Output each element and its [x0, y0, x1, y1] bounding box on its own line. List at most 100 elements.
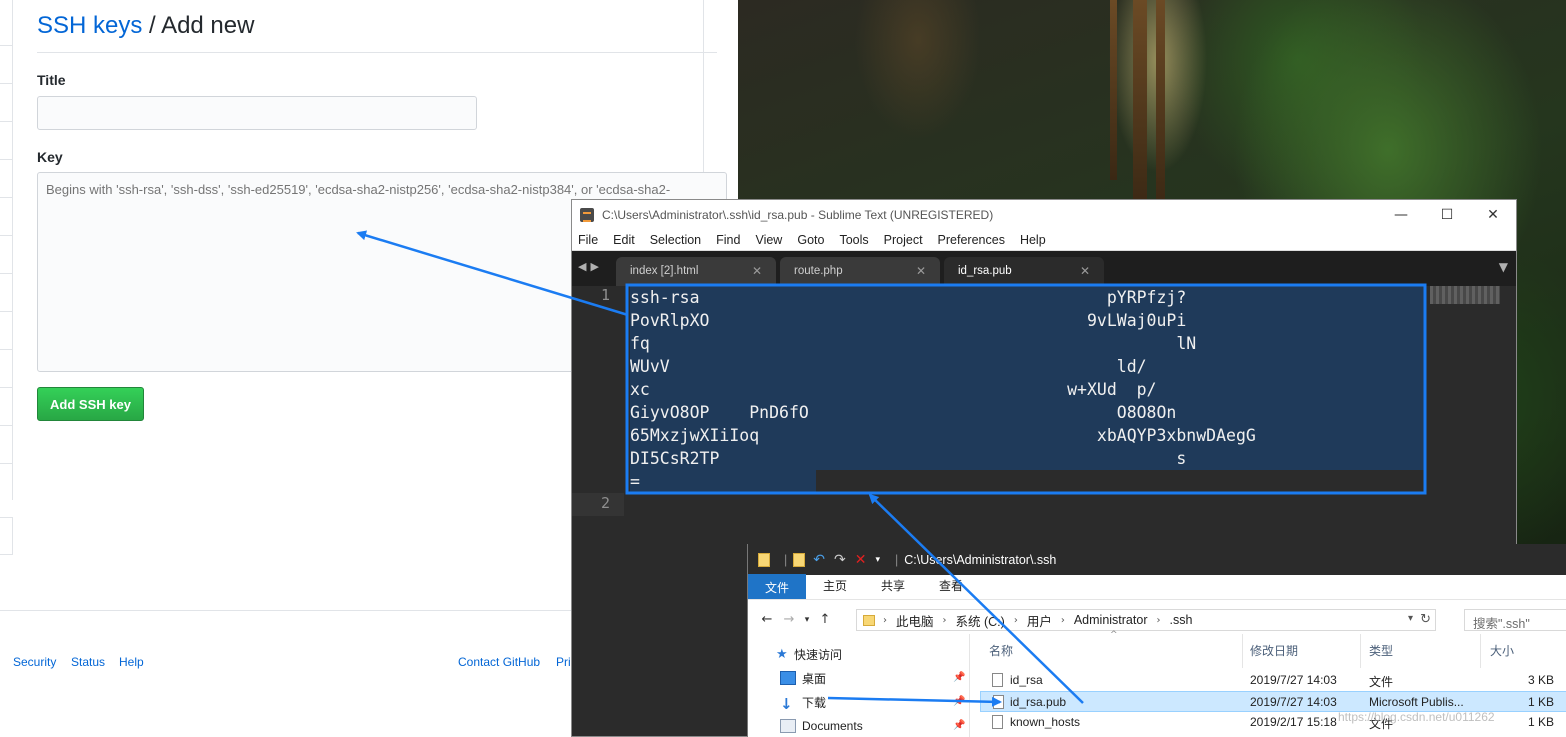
menu-help[interactable]: Help	[1020, 233, 1046, 247]
desktop-icon	[780, 671, 796, 685]
pin-icon[interactable]: 📌	[953, 720, 965, 731]
tab-index-html[interactable]: index [2].html ✕	[616, 257, 776, 286]
address-path[interactable]: › 此电脑 › 系统 (C:) › 用户 › Administrator › .…	[856, 609, 1436, 631]
sublime-editor[interactable]: 1 2 ssh-rsa pYRPfzj? PovRlpXO 9vLWaj0uPi…	[572, 286, 1516, 546]
folder-icon	[863, 614, 875, 626]
properties-icon[interactable]	[793, 552, 806, 567]
code-content[interactable]: ssh-rsa pYRPfzj? PovRlpXO 9vLWaj0uPi fq …	[630, 286, 1425, 493]
breadcrumb-users[interactable]: 用户	[1027, 611, 1052, 630]
tab-label: id_rsa.pub	[958, 265, 1012, 277]
tab-nav-arrows-icon[interactable]: ◀▶	[578, 260, 603, 273]
file-date: 2019/7/27 14:03	[1250, 695, 1337, 709]
tab-close-icon[interactable]: ✕	[916, 264, 926, 278]
ribbon-tab-home[interactable]: 主页	[806, 577, 864, 599]
nav-desktop[interactable]: 桌面	[780, 668, 826, 688]
minimap[interactable]	[1430, 286, 1500, 304]
file-row-id-rsa-pub[interactable]: id_rsa.pub 2019/7/27 14:03 Microsoft Pub…	[980, 691, 1566, 712]
footer-help-link[interactable]: Help	[119, 655, 144, 669]
menu-tools[interactable]: Tools	[839, 233, 868, 247]
nav-quick-access[interactable]: ★ 快速访问	[776, 644, 842, 664]
nav-downloads[interactable]: ↓ 下载	[780, 692, 826, 713]
code-line: 65MxzjwXIiIoq xbAQYP3xbnwDAegG	[630, 424, 1425, 447]
title-input[interactable]	[37, 96, 477, 130]
sublime-titlebar[interactable]: C:\Users\Administrator\.ssh\id_rsa.pub -…	[572, 200, 1516, 229]
documents-icon	[780, 719, 796, 733]
column-header-name[interactable]: 名称	[989, 642, 1013, 659]
ribbon-tab-view[interactable]: 查看	[922, 577, 980, 599]
tab-route-php[interactable]: route.php ✕	[780, 257, 940, 286]
column-header-size[interactable]: 大小	[1490, 642, 1514, 659]
forward-arrow-icon[interactable]: →	[778, 612, 800, 627]
minimize-icon[interactable]: —	[1378, 207, 1424, 223]
tab-close-icon[interactable]: ✕	[1080, 264, 1090, 278]
file-size: 1 KB	[1528, 695, 1555, 709]
menu-view[interactable]: View	[755, 233, 782, 247]
file-date: 2019/2/17 15:18	[1250, 715, 1337, 729]
menu-project[interactable]: Project	[884, 233, 923, 247]
menu-selection[interactable]: Selection	[650, 233, 701, 247]
menu-preferences[interactable]: Preferences	[938, 233, 1005, 247]
tab-id-rsa-pub[interactable]: id_rsa.pub ✕	[944, 257, 1104, 286]
sublime-tabbar: ◀▶ index [2].html ✕ route.php ✕ id_rsa.p…	[572, 251, 1516, 286]
tab-close-icon[interactable]: ✕	[752, 264, 762, 278]
menu-find[interactable]: Find	[716, 233, 740, 247]
column-header-type[interactable]: 类型	[1369, 642, 1393, 659]
file-icon	[992, 673, 1003, 687]
file-row-id-rsa[interactable]: id_rsa 2019/7/27 14:03 文件 3 KB	[980, 670, 1566, 691]
sublime-app-icon	[580, 207, 594, 222]
recent-locations-icon[interactable]: ▾	[800, 615, 814, 625]
watermark-text: https://blog.csdn.net/u011262	[1338, 710, 1495, 724]
chevron-right-icon[interactable]: ›	[1061, 615, 1065, 626]
close-icon[interactable]: ✕	[1470, 207, 1516, 223]
editor-scrollbar[interactable]	[1500, 286, 1516, 546]
page-title: SSH keys / Add new	[37, 12, 254, 40]
breadcrumb-ssh[interactable]: .ssh	[1169, 613, 1192, 627]
delete-icon[interactable]: ✕	[855, 552, 867, 568]
breadcrumb-this-pc[interactable]: 此电脑	[896, 611, 934, 630]
file-date: 2019/7/27 14:03	[1250, 673, 1337, 687]
maximize-icon[interactable]: ☐	[1424, 207, 1470, 223]
ssh-keys-breadcrumb-link[interactable]: SSH keys	[37, 12, 142, 39]
footer-security-link[interactable]: Security	[13, 655, 56, 669]
search-input[interactable]: 搜索".ssh"	[1464, 609, 1566, 631]
column-header-date[interactable]: 修改日期	[1250, 642, 1298, 659]
menu-file[interactable]: File	[578, 233, 598, 247]
sublime-menubar: File Edit Selection Find View Goto Tools…	[572, 229, 1516, 251]
redo-icon[interactable]: ↷	[834, 552, 846, 568]
refresh-icon[interactable]: ↻	[1420, 612, 1431, 627]
explorer-titlebar[interactable]: | ↶ ↷ ✕ ▾ | C:\Users\Administrator\.ssh	[748, 544, 1566, 575]
back-arrow-icon[interactable]: ←	[756, 612, 778, 627]
nav-documents[interactable]: Documents	[780, 716, 863, 736]
pin-icon[interactable]: 📌	[953, 696, 965, 707]
quick-access-dropdown-icon[interactable]: ▾	[875, 555, 880, 565]
chevron-right-icon[interactable]: ›	[1156, 615, 1160, 626]
heading-divider	[37, 52, 717, 53]
menu-goto[interactable]: Goto	[797, 233, 824, 247]
line-number: 1	[600, 286, 610, 304]
undo-icon[interactable]: ↶	[813, 552, 825, 568]
ribbon-tab-file[interactable]: 文件	[748, 574, 807, 599]
breadcrumb-administrator[interactable]: Administrator	[1074, 613, 1148, 627]
footer-status-link[interactable]: Status	[71, 655, 105, 669]
chevron-right-icon[interactable]: ›	[1014, 615, 1018, 626]
tab-list-dropdown-icon[interactable]: ▼	[1499, 260, 1508, 274]
footer-pricing-link[interactable]: Pri	[556, 655, 571, 669]
settings-sidebar-edge	[0, 0, 13, 500]
address-dropdown-icon[interactable]: ▾	[1408, 613, 1413, 624]
footer-contact-link[interactable]: Contact GitHub	[458, 655, 540, 669]
file-icon	[992, 715, 1003, 729]
nav-label: Documents	[802, 719, 863, 733]
up-arrow-icon[interactable]: ↑	[814, 612, 836, 627]
code-line: GiyvO8OP PnD6fO O8O8On	[630, 401, 1425, 424]
tab-label: route.php	[794, 265, 843, 277]
content-divider	[703, 0, 704, 200]
breadcrumb-system-c[interactable]: 系统 (C:)	[956, 611, 1005, 630]
pin-icon[interactable]: 📌	[953, 672, 965, 683]
menu-edit[interactable]: Edit	[613, 233, 635, 247]
chevron-right-icon[interactable]: ›	[943, 615, 947, 626]
file-type: Microsoft Publis...	[1369, 695, 1464, 709]
download-icon: ↓	[780, 695, 793, 713]
chevron-right-icon[interactable]: ›	[883, 615, 887, 626]
add-ssh-key-button[interactable]: Add SSH key	[37, 387, 144, 421]
ribbon-tab-share[interactable]: 共享	[864, 577, 922, 599]
